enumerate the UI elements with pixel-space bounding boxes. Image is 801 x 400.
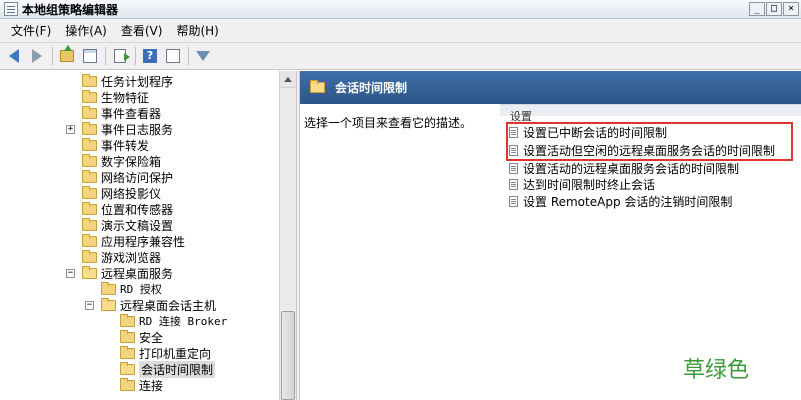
- watermark-text: 草绿色: [683, 358, 750, 383]
- folder-icon: [120, 377, 135, 391]
- collapse-toggle[interactable]: −: [85, 301, 94, 310]
- tree-item[interactable]: 位置和传感器: [82, 201, 173, 217]
- back-arrow-icon: [9, 49, 19, 63]
- tree-item[interactable]: 远程桌面服务: [82, 265, 173, 281]
- close-button[interactable]: ×: [783, 2, 799, 16]
- menu-action[interactable]: 操作(A): [58, 22, 114, 39]
- scroll-up-arrow-icon[interactable]: [280, 71, 296, 88]
- highlight-annotation: [506, 122, 793, 161]
- folder-icon: [82, 137, 97, 151]
- export-list-icon: [114, 49, 130, 63]
- show-hide-tree-button[interactable]: [80, 46, 100, 66]
- tree-item[interactable]: 打印机重定向: [120, 345, 211, 361]
- tree-scrollbar[interactable]: [279, 71, 296, 400]
- column-header-bar: [500, 104, 801, 116]
- tree-item[interactable]: RD 授权: [101, 281, 162, 297]
- folder-icon: [82, 169, 97, 183]
- folder-icon: [120, 313, 135, 327]
- expand-toggle[interactable]: +: [66, 125, 75, 134]
- properties-view-button[interactable]: [163, 46, 183, 66]
- forward-button[interactable]: [27, 46, 47, 66]
- tree-item[interactable]: 事件转发: [82, 137, 149, 153]
- policy-setting-icon: [509, 195, 518, 207]
- navigation-tree: 任务计划程序 生物特征 事件查看器 + 事件日志服务 事件转发 数字保险箱 网络…: [0, 71, 279, 400]
- forward-arrow-icon: [32, 49, 42, 63]
- policy-setting-icon: [509, 162, 518, 174]
- folder-icon: [82, 89, 97, 103]
- setting-item[interactable]: 设置 RemoteApp 会话的注销时间限制: [509, 193, 732, 209]
- tree-item-selected[interactable]: 会话时间限制: [120, 360, 216, 378]
- folder-icon: [101, 281, 116, 295]
- folder-icon: [120, 345, 135, 359]
- open-folder-icon: [120, 361, 135, 375]
- tree-item[interactable]: 网络投影仪: [82, 185, 161, 201]
- tree-item[interactable]: 游戏浏览器: [82, 249, 161, 265]
- tree-item[interactable]: 远程桌面会话主机: [101, 297, 216, 313]
- filter-button[interactable]: [193, 46, 213, 66]
- tree-item[interactable]: 安全: [120, 329, 163, 345]
- open-folder-icon: [101, 297, 116, 311]
- back-button[interactable]: [4, 46, 24, 66]
- tree-item[interactable]: 数字保险箱: [82, 153, 161, 169]
- open-folder-icon: [310, 80, 325, 93]
- tree-item[interactable]: 事件查看器: [82, 105, 161, 121]
- menu-help[interactable]: 帮助(H): [169, 22, 225, 39]
- setting-item[interactable]: 设置活动的远程桌面服务会话的时间限制: [509, 160, 739, 176]
- toolbar: ?: [0, 43, 801, 70]
- restore-button[interactable]: □: [766, 2, 782, 16]
- properties-view-icon: [166, 49, 180, 63]
- help-button[interactable]: ?: [140, 46, 160, 66]
- folder-icon: [82, 217, 97, 231]
- toolbar-separator: [135, 47, 136, 65]
- folder-icon: [82, 249, 97, 263]
- menu-view[interactable]: 查看(V): [114, 22, 170, 39]
- open-folder-icon: [82, 265, 97, 279]
- folder-icon: [82, 73, 97, 87]
- details-title: 会话时间限制: [335, 81, 408, 95]
- policy-editor-icon: [4, 2, 18, 16]
- folder-icon: [82, 185, 97, 199]
- help-icon: ?: [143, 49, 157, 63]
- folder-icon: [82, 121, 97, 135]
- tree-item[interactable]: 任务计划程序: [82, 73, 173, 89]
- tree-item[interactable]: 连接: [120, 377, 163, 393]
- toolbar-separator: [188, 47, 189, 65]
- folder-icon: [82, 201, 97, 215]
- export-list-button[interactable]: [110, 46, 130, 66]
- tree-item[interactable]: 生物特征: [82, 89, 149, 105]
- setting-item[interactable]: 达到时间限制时终止会话: [509, 176, 655, 192]
- show-hide-tree-icon: [83, 49, 97, 63]
- collapse-toggle[interactable]: −: [66, 269, 75, 278]
- menu-file[interactable]: 文件(F): [4, 22, 58, 39]
- scroll-thumb[interactable]: [281, 311, 295, 400]
- window-title: 本地组策略编辑器: [22, 2, 119, 17]
- tree-item[interactable]: 事件日志服务: [82, 121, 173, 137]
- folder-icon: [82, 233, 97, 247]
- up-folder-icon: [60, 45, 74, 62]
- minimize-button[interactable]: _: [749, 2, 765, 16]
- tree-item[interactable]: 应用程序兼容性: [82, 233, 185, 249]
- tree-item[interactable]: 网络访问保护: [82, 169, 173, 185]
- folder-icon: [120, 329, 135, 343]
- tree-item[interactable]: RD 连接 Broker: [120, 313, 227, 329]
- tree-item[interactable]: 演示文稿设置: [82, 217, 173, 233]
- title-bar: 本地组策略编辑器 _ □ ×: [0, 0, 801, 19]
- filter-icon: [196, 51, 210, 61]
- description-text: 选择一个项目来查看它的描述。: [304, 116, 473, 130]
- window-controls: _ □ ×: [749, 2, 799, 16]
- toolbar-separator: [52, 47, 53, 65]
- folder-icon: [82, 153, 97, 167]
- menu-bar: 文件(F) 操作(A) 查看(V) 帮助(H): [0, 19, 801, 43]
- folder-icon: [82, 105, 97, 119]
- policy-setting-icon: [509, 178, 518, 190]
- details-header: 会话时间限制: [300, 71, 801, 104]
- toolbar-separator: [105, 47, 106, 65]
- up-level-button[interactable]: [57, 45, 77, 66]
